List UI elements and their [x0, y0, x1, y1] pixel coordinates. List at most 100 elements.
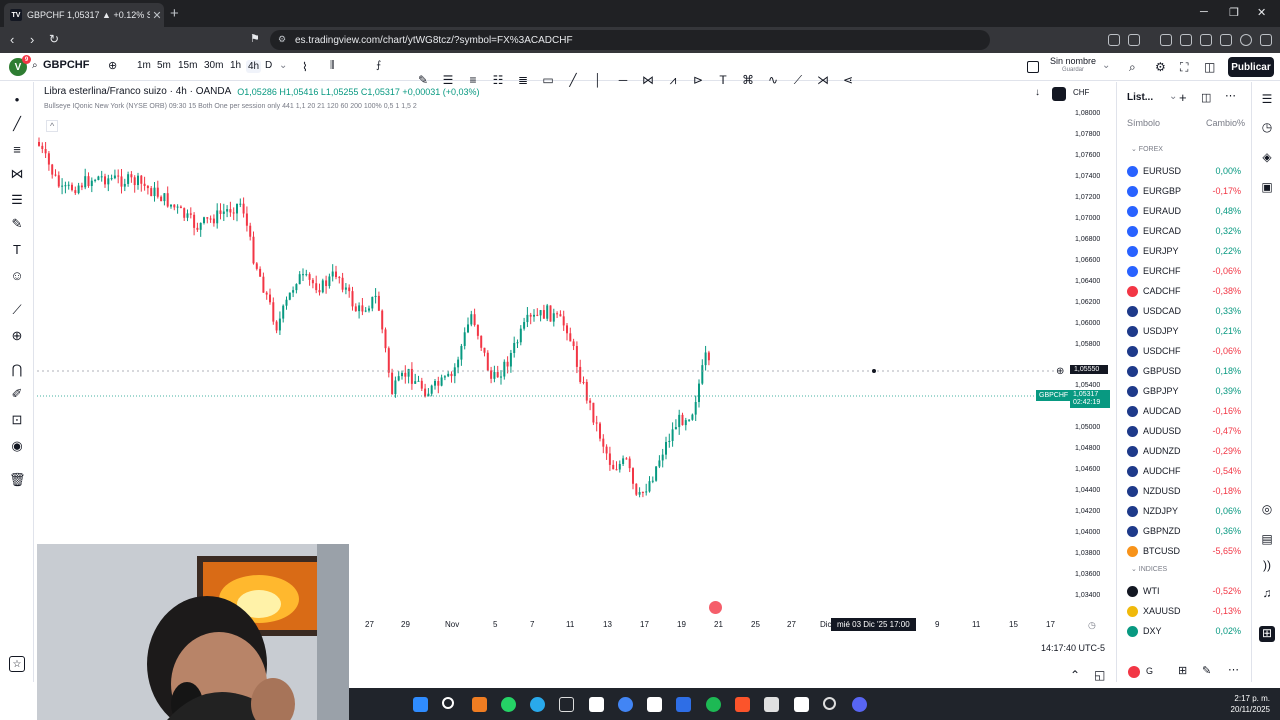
- notes-icon[interactable]: [647, 697, 662, 712]
- maximize-panel-icon[interactable]: ◱: [1094, 668, 1105, 682]
- start-icon[interactable]: [413, 697, 428, 712]
- watchlist-section-header[interactable]: ⌄ FOREX: [1131, 145, 1163, 153]
- extension-icon[interactable]: [1200, 34, 1212, 46]
- close-tab-icon[interactable]: ✕: [150, 9, 164, 22]
- reload-icon[interactable]: ↻: [49, 32, 59, 46]
- symbol-logo-icon[interactable]: [1128, 666, 1140, 678]
- settings-icon[interactable]: ⚙: [1155, 60, 1166, 74]
- whatsapp-icon[interactable]: [501, 697, 516, 712]
- snapshot-icon[interactable]: ◫: [1204, 60, 1215, 74]
- watchlist-row[interactable]: XAUUSD -0,13%: [1127, 601, 1241, 621]
- timeframe-dropdown-icon[interactable]: ⌄: [279, 60, 287, 71]
- chart-clock[interactable]: 14:17:40 UTC-5: [1041, 643, 1105, 653]
- watchlist-row[interactable]: AUDUSD -0,47%: [1127, 421, 1241, 441]
- brave-icon[interactable]: [735, 697, 750, 712]
- edit-icon[interactable]: ✎: [1202, 664, 1211, 677]
- close-window-icon[interactable]: ✕: [1257, 6, 1266, 19]
- bar-style-icon[interactable]: ⫼: [330, 60, 335, 71]
- goto-date-icon[interactable]: ◷: [1088, 620, 1096, 631]
- back-icon[interactable]: ‹: [10, 32, 14, 47]
- watchlist-dropdown-icon[interactable]: ⌄: [1169, 91, 1177, 102]
- extension-icon[interactable]: [1108, 34, 1120, 46]
- notifications-icon[interactable]: ♫: [1259, 586, 1275, 602]
- system-clock[interactable]: 2:17 p. m. 20/11/2025: [1231, 693, 1270, 715]
- search-icon[interactable]: ⌕: [32, 60, 38, 71]
- timeframe-15m[interactable]: 15m: [178, 60, 197, 71]
- quick-search-icon[interactable]: ⌕: [1129, 60, 1136, 75]
- watchlist-row[interactable]: USDCHF -0,06%: [1127, 341, 1241, 361]
- timeframe-5m[interactable]: 5m: [157, 60, 171, 71]
- zoom-in-icon[interactable]: ⊕: [9, 328, 25, 344]
- watchlist-title[interactable]: List...: [1127, 92, 1153, 103]
- collapse-panel-icon[interactable]: ⌃: [1070, 668, 1080, 682]
- calendar-icon[interactable]: ▤: [1259, 532, 1275, 548]
- timeframe-4h[interactable]: 4h: [246, 60, 262, 73]
- layout-name-button[interactable]: Sin nombre Guardar: [1050, 57, 1096, 75]
- lock-drawing-icon[interactable]: ✐: [9, 386, 25, 402]
- watchlist-row[interactable]: EURAUD 0,48%: [1127, 201, 1241, 221]
- spotify-icon[interactable]: [706, 697, 721, 712]
- site-info-icon[interactable]: ⚙: [278, 34, 286, 45]
- chat-icon[interactable]: ▣: [1259, 180, 1275, 196]
- fib-tool-icon[interactable]: ≡: [9, 142, 25, 158]
- chart-type-icon[interactable]: ⌇: [302, 60, 308, 74]
- watchlist-row[interactable]: NZDJPY 0,06%: [1127, 501, 1241, 521]
- eye-icon[interactable]: ◉: [9, 438, 25, 454]
- watchlist-row[interactable]: USDJPY 0,21%: [1127, 321, 1241, 341]
- app-icon[interactable]: [472, 697, 487, 712]
- text-tool-icon[interactable]: T: [9, 242, 25, 258]
- shield-icon[interactable]: [1240, 34, 1252, 46]
- scroll-down-icon[interactable]: ↓: [1035, 87, 1040, 98]
- price-axis[interactable]: 1,08000 1,07800 1,07600 1,07400 1,07200 1,070…: [1060, 100, 1112, 620]
- watchlist-row[interactable]: AUDNZD -0,29%: [1127, 441, 1241, 461]
- target-icon[interactable]: ◎: [1259, 502, 1275, 518]
- url-field[interactable]: ⚙ es.tradingview.com/chart/ytWG8tcz/?sym…: [270, 30, 990, 50]
- publish-button[interactable]: Publicar: [1228, 57, 1274, 77]
- timeframe-1m[interactable]: 1m: [137, 60, 151, 71]
- search-icon[interactable]: [442, 697, 454, 709]
- extension-icon[interactable]: [1128, 34, 1140, 46]
- watchlist-row[interactable]: USDCAD 0,33%: [1127, 301, 1241, 321]
- discord-icon[interactable]: [852, 697, 867, 712]
- watchlist-row[interactable]: EURCHF -0,06%: [1127, 261, 1241, 281]
- watchlist-section-header[interactable]: ⌄ INDICES: [1131, 565, 1167, 573]
- watchlist-row[interactable]: EURGBP -0,17%: [1127, 181, 1241, 201]
- trash-icon[interactable]: 🗑: [9, 472, 26, 488]
- alerts-icon[interactable]: ◷: [1259, 120, 1275, 136]
- watchlist-row[interactable]: GBPUSD 0,18%: [1127, 361, 1241, 381]
- economic-event-icon[interactable]: [709, 601, 722, 614]
- forward-icon[interactable]: ›: [30, 32, 34, 47]
- watchlist-row[interactable]: GBPNZD 0,36%: [1127, 521, 1241, 541]
- extension-icon[interactable]: [1220, 34, 1232, 46]
- stream-icon[interactable]: )): [1259, 558, 1275, 574]
- calculator-icon[interactable]: [559, 697, 574, 712]
- currency-label[interactable]: CHF: [1073, 88, 1089, 97]
- watchlist-row[interactable]: AUDCHF -0,54%: [1127, 461, 1241, 481]
- menu-icon[interactable]: [1260, 34, 1272, 46]
- grid-icon[interactable]: ⊞: [1178, 664, 1187, 677]
- cursor-icon[interactable]: •: [9, 92, 25, 108]
- extension-icon[interactable]: [1180, 34, 1192, 46]
- user-avatar[interactable]: V9: [9, 55, 31, 76]
- indicators-icon[interactable]: ⨍: [376, 60, 381, 71]
- maximize-icon[interactable]: ❐: [1229, 6, 1239, 19]
- change-column-header[interactable]: Cambio%: [1206, 118, 1245, 128]
- minimize-icon[interactable]: ─: [1200, 6, 1208, 18]
- emoji-tool-icon[interactable]: ☺: [9, 268, 25, 284]
- layout-icon[interactable]: [1027, 61, 1039, 73]
- watchlist-row[interactable]: DXY 0,02%: [1127, 621, 1241, 641]
- notion-icon[interactable]: [794, 697, 809, 712]
- watchlist-row[interactable]: BTCUSD -5,65%: [1127, 541, 1241, 561]
- brush-tool-icon[interactable]: ✎: [9, 216, 25, 232]
- watchlist-row[interactable]: AUDCAD -0,16%: [1127, 401, 1241, 421]
- watchlist-row[interactable]: EURCAD 0,32%: [1127, 221, 1241, 241]
- extension-icon[interactable]: [1160, 34, 1172, 46]
- timeframe-30m[interactable]: 30m: [204, 60, 223, 71]
- ruler-tool-icon[interactable]: ⟋: [9, 302, 25, 318]
- axis-settings-icon[interactable]: [1052, 87, 1066, 101]
- lock-icon[interactable]: ⊡: [9, 412, 25, 428]
- tradingview-icon[interactable]: [589, 697, 604, 712]
- compare-icon[interactable]: ⊕: [108, 59, 117, 72]
- watchlist-row[interactable]: WTI -0,52%: [1127, 581, 1241, 601]
- forecast-tool-icon[interactable]: ☰: [9, 192, 25, 208]
